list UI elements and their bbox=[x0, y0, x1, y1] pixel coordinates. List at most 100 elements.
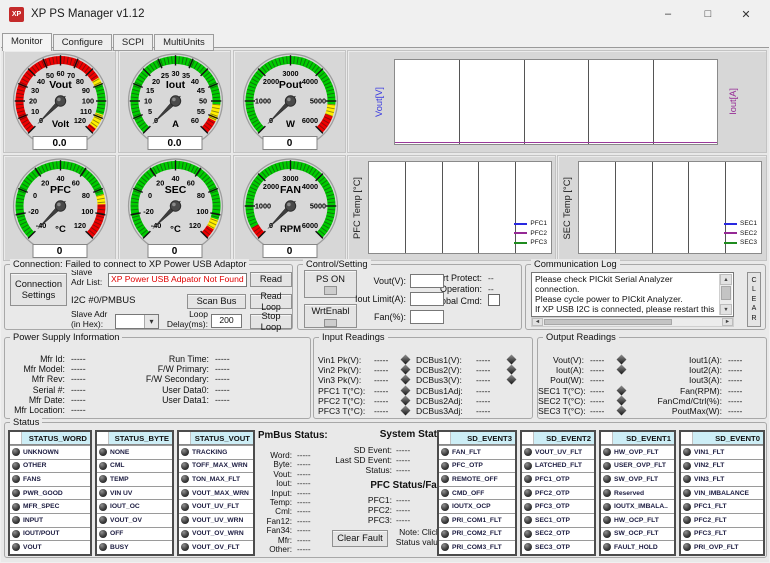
status-diamond-indicator bbox=[401, 406, 411, 416]
connection-settings-button[interactable]: Connection Settings bbox=[10, 273, 67, 306]
pmbus-row-value[interactable]: ----- bbox=[297, 460, 311, 469]
reading-l: PFC1 T(°C): bbox=[318, 386, 372, 396]
gauge-iout: 051015202530354045505560IoutA0.0 bbox=[118, 50, 231, 153]
adaptor-status-field[interactable]: XP Power USB Adpator Not Found bbox=[108, 273, 247, 287]
ps-info-group: Power Supply Information Mfr Id:-----Mfr… bbox=[4, 337, 311, 419]
system-row-value[interactable]: ----- bbox=[396, 465, 410, 475]
status-table-sd_event2: SD_EVENT2VOUT_UV_FLTLATCHED_FLTPFC1_OTPP… bbox=[520, 430, 596, 556]
control-field-input[interactable] bbox=[410, 274, 444, 288]
control-field-input[interactable] bbox=[410, 310, 444, 324]
status-item-label: IOUT_OC bbox=[110, 503, 140, 510]
pfc-row-value[interactable]: ----- bbox=[396, 505, 410, 515]
status-item-label: HW_OCP_FLT bbox=[614, 517, 659, 524]
y-axis-label: Vout[V] bbox=[372, 51, 386, 152]
input-readings-title: Input Readings bbox=[319, 332, 388, 343]
log-hscrollbar[interactable]: ◄ ► bbox=[531, 317, 734, 327]
status-led bbox=[441, 448, 449, 456]
scroll-right-icon[interactable]: ► bbox=[722, 318, 733, 326]
read-button[interactable]: Read bbox=[250, 272, 292, 287]
status-item-label: OTHER bbox=[23, 462, 46, 469]
legend-label: SEC3 bbox=[740, 239, 757, 246]
status-item-label: OFF bbox=[110, 530, 123, 537]
status-led bbox=[603, 543, 611, 551]
gauge-vout-value: 0.0 bbox=[32, 136, 87, 150]
read-loop-button[interactable]: Read Loop bbox=[250, 294, 292, 309]
pmbus-row-value[interactable]: ----- bbox=[297, 545, 311, 554]
scroll-down-icon[interactable]: ▼ bbox=[720, 304, 732, 315]
app-window: XP XP PS Manager v1.12 – □ ✕ MonitorConf… bbox=[0, 0, 770, 563]
pmbus-row-value[interactable]: ----- bbox=[297, 470, 311, 479]
status-item-label: TRACKING bbox=[192, 449, 227, 456]
log-textarea[interactable]: Please check PICkit Serial Analyzer conn… bbox=[531, 272, 734, 317]
reading-lv: ----- bbox=[374, 375, 402, 385]
pmbus-row-value[interactable]: ----- bbox=[297, 489, 311, 498]
clear-fault-button[interactable]: Clear Fault bbox=[332, 530, 388, 547]
tab-configure[interactable]: Configure bbox=[53, 34, 112, 51]
status-table-status_vout: STATUS_VOUTTRACKINGTOFF_MAX_WRNTON_MAX_F… bbox=[177, 430, 255, 556]
tab-scpi[interactable]: SCPI bbox=[113, 34, 153, 51]
status-table-header: SD_EVENT0 bbox=[681, 432, 763, 445]
system-row-value[interactable]: ----- bbox=[396, 455, 410, 465]
pfc-row-label: PFC3: bbox=[330, 515, 392, 525]
system-row-value[interactable]: ----- bbox=[396, 445, 410, 455]
svg-text:30: 30 bbox=[171, 69, 179, 78]
pmbus-row-value[interactable]: ----- bbox=[297, 498, 311, 507]
control-field-input[interactable] bbox=[410, 292, 444, 306]
close-button[interactable]: ✕ bbox=[728, 2, 764, 26]
reading-value: ----- bbox=[71, 385, 86, 395]
loop-delay-label: Loop Delay(ms): bbox=[163, 310, 208, 329]
status-led bbox=[12, 543, 20, 551]
pmbus-row-value[interactable]: ----- bbox=[297, 517, 311, 526]
clear-log-button[interactable]: CLEAR bbox=[747, 272, 761, 327]
status-item: TRACKING bbox=[179, 445, 253, 459]
pmbus-row-label: Fan34: bbox=[258, 526, 292, 535]
pmbus-row-value[interactable]: ----- bbox=[297, 451, 311, 460]
hscroll-thumb[interactable] bbox=[544, 319, 672, 325]
tx-global-cmd-checkbox[interactable] bbox=[488, 294, 500, 306]
svg-text:°C: °C bbox=[55, 224, 66, 235]
svg-text:SEC: SEC bbox=[165, 184, 187, 196]
svg-text:Vout: Vout bbox=[49, 79, 72, 91]
status-item: VIN UV bbox=[97, 486, 172, 500]
slave-adr-select[interactable]: ▾ bbox=[115, 314, 159, 329]
pmbus-row-value[interactable]: ----- bbox=[297, 479, 311, 488]
svg-text:40: 40 bbox=[191, 77, 199, 86]
reading-value: ----- bbox=[71, 374, 86, 384]
status-led bbox=[181, 475, 189, 483]
wrt-protect-value: -- bbox=[488, 273, 494, 283]
status-led bbox=[181, 543, 189, 551]
pmbus-row-value[interactable]: ----- bbox=[297, 536, 311, 545]
reading-rv: ----- bbox=[728, 365, 762, 375]
pmbus-status-block: PmBus Status:Word:-----Byte:-----Vout:--… bbox=[258, 423, 330, 557]
minimize-button[interactable]: – bbox=[650, 2, 686, 26]
tab-multiunits[interactable]: MultiUnits bbox=[154, 34, 214, 51]
svg-text:10: 10 bbox=[144, 97, 152, 106]
status-led bbox=[524, 448, 532, 456]
svg-text:6000: 6000 bbox=[302, 116, 318, 125]
svg-text:120: 120 bbox=[189, 221, 201, 230]
status-item: VOUT_UV_FLT bbox=[522, 445, 594, 459]
reading-l: Vin2 Pk(V): bbox=[318, 365, 372, 375]
scan-bus-button[interactable]: Scan Bus bbox=[187, 294, 246, 309]
scroll-left-icon[interactable]: ◄ bbox=[532, 318, 543, 326]
loop-delay-field[interactable]: 200 bbox=[211, 314, 242, 328]
status-item-label: PFC1_FLT bbox=[694, 503, 727, 510]
svg-text:2000: 2000 bbox=[263, 77, 279, 86]
pmbus-row-value[interactable]: ----- bbox=[297, 526, 311, 535]
pmbus-row-value[interactable]: ----- bbox=[297, 507, 311, 516]
pfc-row-value[interactable]: ----- bbox=[396, 515, 410, 525]
maximize-button[interactable]: □ bbox=[690, 2, 726, 26]
titlebar[interactable]: XP XP PS Manager v1.12 – □ ✕ bbox=[0, 0, 770, 29]
vscroll-thumb[interactable] bbox=[721, 286, 731, 300]
svg-text:60: 60 bbox=[56, 69, 64, 78]
tab-monitor[interactable]: Monitor bbox=[2, 33, 52, 51]
status-item-label: CMD_OFF bbox=[452, 490, 484, 497]
log-vscrollbar[interactable]: ▲ ▼ bbox=[719, 274, 732, 315]
scroll-up-icon[interactable]: ▲ bbox=[720, 274, 732, 285]
stop-loop-button[interactable]: Stop Loop bbox=[250, 314, 292, 329]
pfc-temp-chart: PFC Temp [°C]PFC1PFC2PFC3 bbox=[347, 155, 556, 261]
status-item-label: PFC3_OTP bbox=[535, 503, 570, 510]
pfc-row-value[interactable]: ----- bbox=[396, 495, 410, 505]
svg-text:40: 40 bbox=[171, 174, 179, 183]
y-axis-label-text: SEC Temp [°C] bbox=[562, 177, 572, 239]
